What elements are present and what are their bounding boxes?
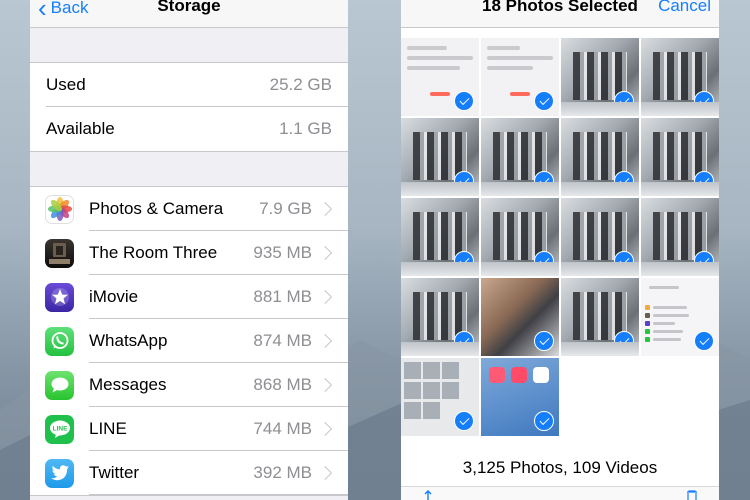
storage-summary-group: Used 25.2 GB Available 1.1 GB [30,62,348,152]
svg-text:LINE: LINE [52,426,67,433]
selected-checkmark-icon [614,91,634,111]
photo-thumbnail[interactable] [561,38,639,116]
selected-checkmark-icon [614,331,634,351]
app-size: 868 MB [253,375,312,394]
line-icon: LINE [45,414,74,444]
app-row-line[interactable]: LINE LINE 744 MB [30,407,348,451]
app-name: iMovie [89,287,139,306]
chevron-right-icon [317,333,333,349]
selected-checkmark-icon [534,251,554,271]
photos-selection-screen: 18 Photos Selected Cancel 3,125 Photos, … [401,0,719,500]
photo-thumbnail[interactable] [641,278,719,356]
app-size: 874 MB [253,331,312,350]
grid-empty-slot [641,358,719,436]
app-row-the-room-three[interactable]: The Room Three 935 MB [30,231,348,275]
photo-thumbnail[interactable] [481,198,559,276]
selected-checkmark-icon [694,251,714,271]
selected-checkmark-icon [534,331,554,351]
photo-thumbnail[interactable] [641,118,719,196]
library-count: 3,125 Photos, 109 Videos [462,458,658,477]
chevron-right-icon [317,289,333,305]
app-row-messages[interactable]: Messages 868 MB [30,363,348,407]
twitter-icon [45,458,74,488]
chevron-right-icon [317,245,333,261]
app-name: Messages [89,375,167,394]
app-name: Photos & Camera [89,199,224,218]
bottom-toolbar [401,486,719,500]
photos-nav-bar: 18 Photos Selected Cancel [401,0,719,28]
chevron-right-icon [317,421,333,437]
photo-grid [401,38,719,436]
photo-thumbnail[interactable] [561,198,639,276]
chevron-right-icon [317,377,333,393]
cancel-button[interactable]: Cancel [658,0,711,16]
imovie-icon [45,282,74,312]
app-name: The Room Three [89,243,218,262]
photo-thumbnail[interactable] [481,278,559,356]
selected-checkmark-icon [614,251,634,271]
used-row: Used 25.2 GB [30,63,348,107]
selected-checkmark-icon [454,91,474,111]
storage-nav-bar: ‹ Back Storage [30,0,348,28]
app-size: 744 MB [253,419,312,438]
app-name: LINE [89,419,127,438]
share-icon[interactable] [421,490,435,500]
selected-checkmark-icon [454,331,474,351]
app-storage-list: Photos & Camera 7.9 GB The Room Three 93… [30,186,348,496]
selected-checkmark-icon [614,171,634,191]
trash-icon[interactable] [685,490,699,500]
chevron-right-icon [317,201,333,217]
selected-checkmark-icon [694,171,714,191]
selected-checkmark-icon [534,411,554,431]
the-room-three-icon [45,238,74,268]
app-name: WhatsApp [89,331,168,350]
photo-thumbnail[interactable] [641,198,719,276]
page-title: Storage [157,0,221,15]
selected-checkmark-icon [694,91,714,111]
photo-thumbnail[interactable] [481,358,559,436]
selected-checkmark-icon [534,91,554,111]
messages-icon [45,370,74,400]
chevron-right-icon [317,465,333,481]
app-size: 392 MB [253,463,312,482]
photo-thumbnail[interactable] [561,118,639,196]
app-name: Twitter [89,463,140,482]
app-size: 7.9 GB [259,199,312,218]
selected-checkmark-icon [454,411,474,431]
app-size: 881 MB [253,287,312,306]
photo-thumbnail[interactable] [401,38,479,116]
selected-checkmark-icon [694,331,714,351]
app-row-twitter[interactable]: Twitter 392 MB [30,451,348,495]
app-size: 935 MB [253,243,312,262]
storage-screen: ‹ Back Storage Used 25.2 GB Available 1.… [30,0,348,500]
whatsapp-icon [45,326,74,356]
used-value: 25.2 GB [269,75,332,94]
selected-checkmark-icon [534,171,554,191]
photos-icon [45,194,74,224]
app-row-imovie[interactable]: iMovie 881 MB [30,275,348,319]
available-row: Available 1.1 GB [30,107,348,151]
available-label: Available [46,119,115,138]
grid-empty-slot [561,358,639,436]
app-row-whatsapp[interactable]: WhatsApp 874 MB [30,319,348,363]
photo-thumbnail[interactable] [401,198,479,276]
photo-thumbnail[interactable] [561,278,639,356]
photo-thumbnail[interactable] [401,358,479,436]
app-row-photos[interactable]: Photos & Camera 7.9 GB [30,187,348,231]
photo-thumbnail[interactable] [481,38,559,116]
available-value: 1.1 GB [279,119,332,138]
selected-checkmark-icon [454,171,474,191]
used-label: Used [46,75,86,94]
photo-thumbnail[interactable] [641,38,719,116]
photo-thumbnail[interactable] [401,278,479,356]
photo-thumbnail[interactable] [401,118,479,196]
selected-checkmark-icon [454,251,474,271]
photo-thumbnail[interactable] [481,118,559,196]
